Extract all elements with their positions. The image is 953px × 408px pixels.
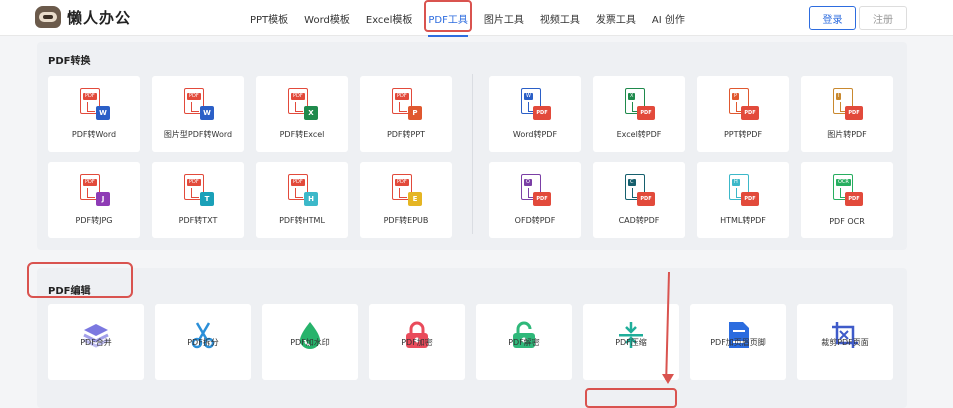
convert-card-label: OFD转PDF (514, 216, 556, 225)
convert-card[interactable]: OCR PDF PDF OCR (801, 162, 893, 238)
convert-card[interactable]: H PDF HTML转PDF (697, 162, 789, 238)
login-button[interactable]: 登录 (809, 6, 856, 30)
edit-tool-label: PDF合并 (80, 338, 112, 347)
convert-card[interactable]: PDF W PDF转Word (48, 76, 140, 152)
file-convert-icon: PDF W (80, 88, 110, 120)
convert-card-label: HTML转PDF (720, 216, 766, 225)
convert-card-label: PDF转TXT (178, 216, 218, 225)
convert-card-label: CAD转PDF (618, 216, 660, 225)
edit-tool-card[interactable]: PDF加页眉页脚 (690, 304, 786, 380)
convert-card[interactable]: PDF X PDF转Excel (256, 76, 348, 152)
convert-card[interactable]: P PDF PPT转PDF (697, 76, 789, 152)
convert-card-label: Word转PDF (512, 130, 558, 139)
file-convert-icon: PDF H (288, 174, 318, 206)
edit-tool-label: PDF加水印 (290, 338, 330, 347)
top-navigation-bar: 懒人办公 PPT模板 Word模板 Excel模板 PDF工具 图片工具 视频工… (0, 0, 953, 37)
pdf-convert-panel: PDF转换 PDF W PDF转Word PDF W 图片型PDF转Word PDF X PDF… (37, 42, 907, 250)
convert-card[interactable]: W PDF Word转PDF (489, 76, 581, 152)
file-convert-icon: O PDF (521, 174, 551, 206)
convert-card-label: PDF转Word (71, 130, 117, 139)
convert-card[interactable]: C PDF CAD转PDF (593, 162, 685, 238)
edit-tool-card[interactable]: PDF加水印 (262, 304, 358, 380)
convert-card[interactable]: PDF T PDF转TXT (152, 162, 244, 238)
convert-card-label: PDF转JPG (75, 216, 113, 225)
edit-tool-card[interactable]: 裁剪PDF页面 (797, 304, 893, 380)
file-convert-icon: PDF P (392, 88, 422, 120)
edit-tool-label: 裁剪PDF页面 (821, 338, 869, 347)
pdf-edit-panel: PDF编辑 PDF合并 PDF拆分 PDF加水印 PDF加密 PDF解密 PDF压缩 PDF… (37, 268, 907, 408)
nav-excel-templates[interactable]: Excel模板 (366, 11, 413, 26)
main-nav: PPT模板 Word模板 Excel模板 PDF工具 图片工具 视频工具 发票工… (250, 0, 701, 37)
nav-image-tools[interactable]: 图片工具 (484, 11, 524, 26)
sloth-logo-icon (35, 6, 61, 28)
convert-card[interactable]: PDF J PDF转JPG (48, 162, 140, 238)
file-convert-icon: C PDF (625, 174, 655, 206)
nav-invoice-tools[interactable]: 发票工具 (596, 11, 636, 26)
convert-card[interactable]: PDF E PDF转EPUB (360, 162, 452, 238)
site-logo[interactable]: 懒人办公 (35, 6, 131, 28)
convert-card-label: Excel转PDF (616, 130, 662, 139)
file-convert-icon: PDF T (184, 174, 214, 206)
file-convert-icon: H PDF (729, 174, 759, 206)
convert-card[interactable]: X PDF Excel转PDF (593, 76, 685, 152)
pdf-edit-highlight-box (27, 262, 133, 298)
file-convert-icon: X PDF (625, 88, 655, 120)
edit-tool-label: PDF拆分 (187, 338, 219, 347)
file-convert-icon: PDF X (288, 88, 318, 120)
edit-tool-card[interactable]: PDF合并 (48, 304, 144, 380)
edit-tool-label: PDF加密 (401, 338, 433, 347)
edit-tool-card[interactable]: PDF解密 (476, 304, 572, 380)
annotation-arrow-head (662, 374, 674, 384)
convert-card-label: PDF转EPUB (383, 216, 429, 225)
file-convert-icon: PDF W (184, 88, 214, 120)
file-convert-icon: OCR PDF (833, 174, 863, 206)
convert-card[interactable]: PDF H PDF转HTML (256, 162, 348, 238)
convert-card-label: 图片型PDF转Word (163, 130, 233, 139)
nav-ai-create[interactable]: AI 创作 (652, 11, 685, 26)
nav-ppt-templates[interactable]: PPT模板 (250, 11, 288, 26)
convert-card-label: PPT转PDF (723, 130, 763, 139)
nav-word-templates[interactable]: Word模板 (304, 11, 350, 26)
convert-card-label: PDF转PPT (386, 130, 426, 139)
convert-card-label: 图片转PDF (827, 130, 867, 139)
logo-text: 懒人办公 (67, 8, 132, 27)
convert-card[interactable]: I PDF 图片转PDF (801, 76, 893, 152)
convert-card[interactable]: PDF P PDF转PPT (360, 76, 452, 152)
pdf-convert-title: PDF转换 (48, 56, 91, 67)
section-divider (472, 74, 473, 234)
edit-tool-card[interactable]: PDF拆分 (155, 304, 251, 380)
edit-tool-label: PDF解密 (508, 338, 540, 347)
convert-card-label: PDF转Excel (279, 130, 325, 139)
convert-card[interactable]: PDF W 图片型PDF转Word (152, 76, 244, 152)
file-convert-icon: PDF E (392, 174, 422, 206)
edit-tool-label: PDF加页眉页脚 (710, 338, 766, 347)
edit-tool-card[interactable]: PDF加密 (369, 304, 465, 380)
convert-card-label: PDF转HTML (279, 216, 325, 225)
convert-card[interactable]: O PDF OFD转PDF (489, 162, 581, 238)
file-convert-icon: P PDF (729, 88, 759, 120)
nav-video-tools[interactable]: 视频工具 (540, 11, 580, 26)
file-convert-icon: W PDF (521, 88, 551, 120)
compress-highlight-box (585, 388, 677, 408)
file-convert-icon: I PDF (833, 88, 863, 120)
pdf-tools-highlight-box (424, 0, 472, 32)
convert-card-label: PDF OCR (829, 217, 865, 226)
edit-tool-label: PDF压缩 (615, 338, 647, 347)
register-button[interactable]: 注册 (859, 6, 907, 30)
file-convert-icon: PDF J (80, 174, 110, 206)
